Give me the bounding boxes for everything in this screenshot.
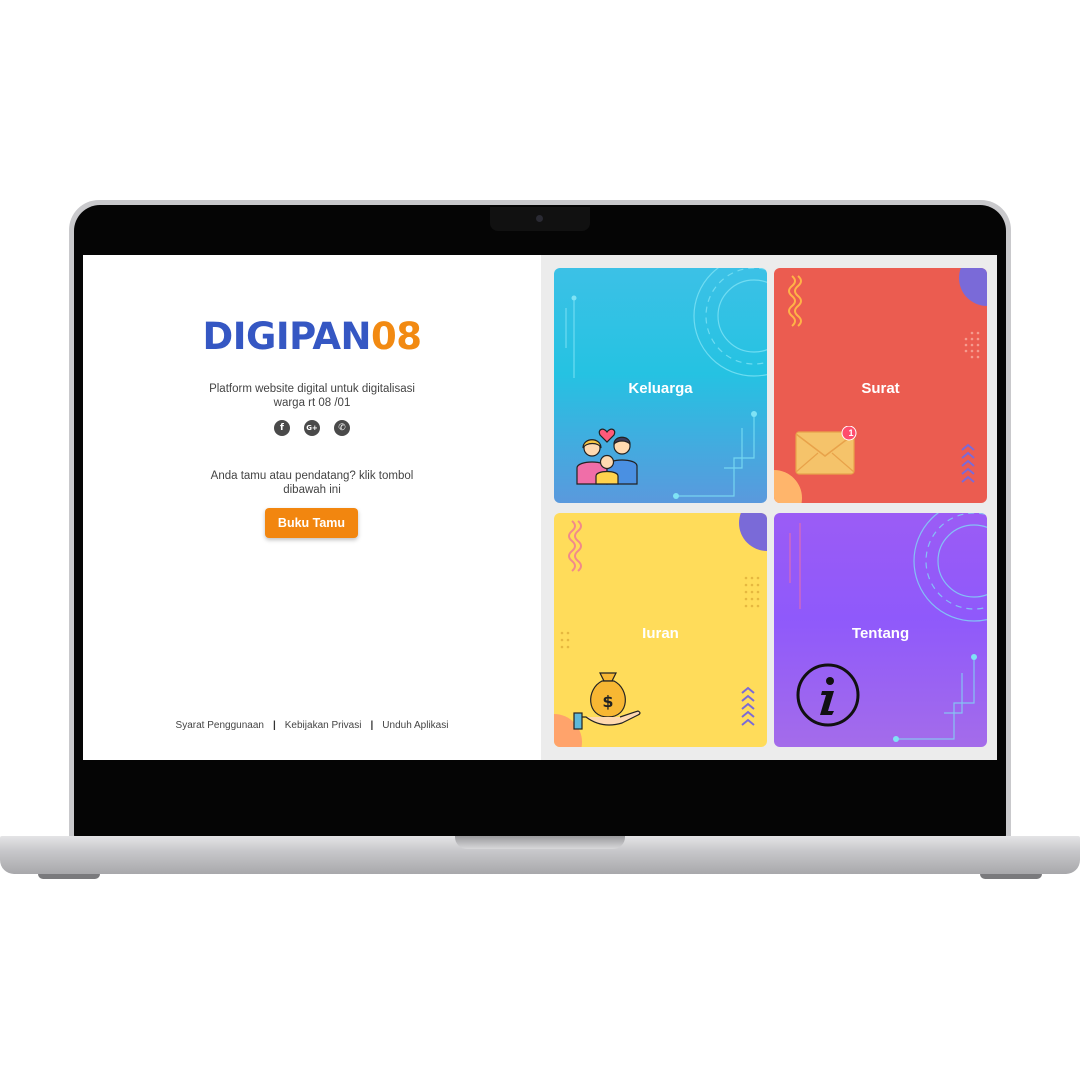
- guest-prompt: Anda tamu atau pendatang? klik tombol di…: [83, 469, 541, 497]
- google-plus-icon[interactable]: G+: [304, 420, 320, 436]
- whatsapp-icon[interactable]: ✆: [334, 420, 350, 436]
- logo-text: DIGIPAN: [202, 315, 372, 358]
- google-plus-glyph: G+: [306, 423, 318, 432]
- download-app-link[interactable]: Unduh Aplikasi: [382, 720, 448, 731]
- screen: DIGIPAN08 Platform website digital untuk…: [83, 255, 997, 760]
- laptop-opening-notch: [455, 836, 625, 849]
- tile-label: Surat: [861, 380, 900, 397]
- app-logo: DIGIPAN08: [83, 315, 541, 358]
- tagline-line-1: Platform website digital untuk digitalis…: [209, 383, 415, 395]
- laptop-foot: [980, 874, 1042, 879]
- tile-label: Iuran: [642, 625, 679, 642]
- tile-label: Tentang: [851, 625, 910, 642]
- tile-iuran[interactable]: Iuran $: [554, 513, 767, 747]
- guest-prompt-line-2: dibawah ini: [283, 484, 341, 496]
- footer-links: Syarat Penggunaan | Kebijakan Privasi | …: [83, 720, 541, 731]
- notification-badge: 1: [848, 428, 854, 438]
- privacy-link[interactable]: Kebijakan Privasi: [285, 720, 362, 731]
- terms-link[interactable]: Syarat Penggunaan: [176, 720, 264, 731]
- tile-surat[interactable]: Surat 1: [774, 268, 987, 503]
- tile-tentang[interactable]: Tentang: [774, 513, 987, 747]
- tagline-line-2: warga rt 08 /01: [273, 397, 351, 409]
- social-links: f G+ ✆: [83, 420, 541, 436]
- laptop-foot: [38, 874, 100, 879]
- footer-separator: |: [370, 720, 374, 731]
- info-icon: [796, 663, 860, 727]
- money-bag-icon: $: [573, 672, 641, 730]
- logo-number: 08: [370, 315, 422, 358]
- tagline: Platform website digital untuk digitalis…: [83, 382, 541, 410]
- family-icon: [576, 428, 638, 485]
- tile-keluarga[interactable]: Keluarga: [554, 268, 767, 503]
- whatsapp-glyph: ✆: [338, 422, 346, 433]
- svg-text:$: $: [602, 692, 613, 711]
- guest-book-button[interactable]: Buku Tamu: [265, 508, 358, 538]
- camera-icon: [536, 215, 543, 222]
- tile-label: Keluarga: [628, 380, 693, 397]
- left-panel: DIGIPAN08 Platform website digital untuk…: [83, 255, 541, 760]
- footer-separator: |: [272, 720, 276, 731]
- facebook-glyph: f: [280, 422, 284, 433]
- facebook-icon[interactable]: f: [274, 420, 290, 436]
- guest-prompt-line-1: Anda tamu atau pendatang? klik tombol: [210, 470, 414, 482]
